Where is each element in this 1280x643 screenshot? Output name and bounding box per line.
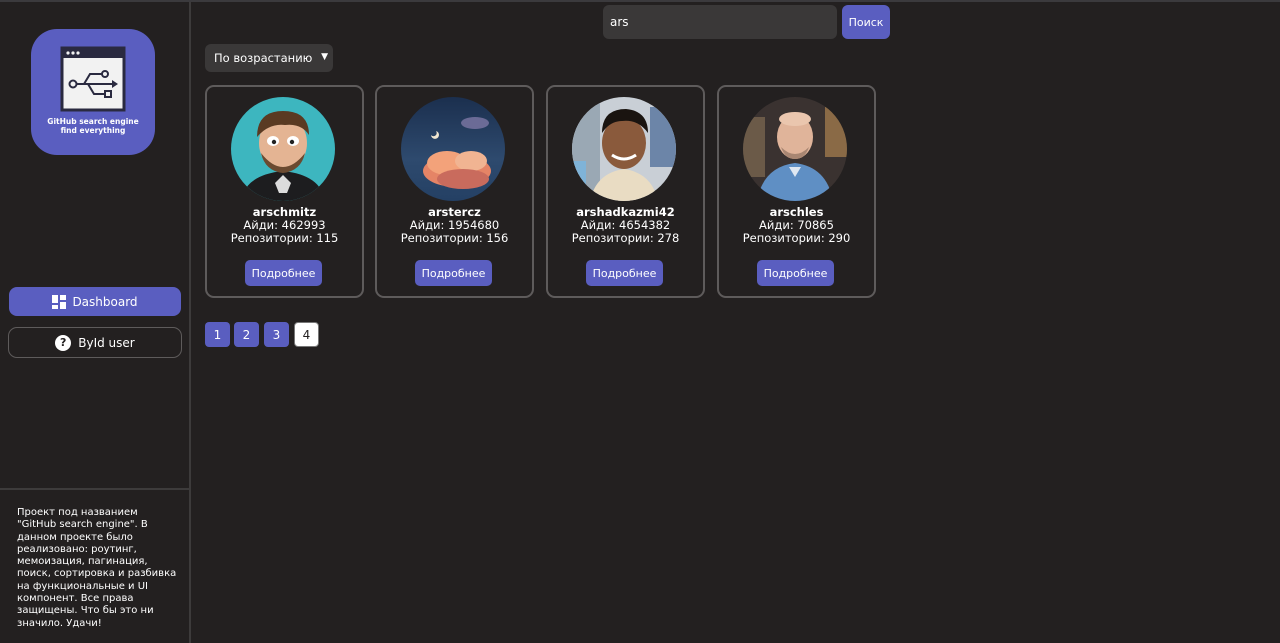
user-card: arstercz Айди: 1954680 Репозитории: 156 … <box>375 85 534 298</box>
user-repos: Репозитории: 290 <box>742 231 851 245</box>
top-border <box>0 0 1280 2</box>
logo-text: GitHub search engine find everything <box>31 117 155 135</box>
details-button[interactable]: Подробнее <box>586 260 663 286</box>
logo-line-1: GitHub search engine <box>47 117 139 126</box>
nav-dashboard-label: Dashboard <box>72 294 138 309</box>
user-avatar <box>231 97 335 201</box>
page-button-3[interactable]: 3 <box>264 322 289 347</box>
user-card: arschles Айди: 70865 Репозитории: 290 По… <box>717 85 876 298</box>
nav-dashboard-button[interactable]: Dashboard <box>9 287 181 316</box>
page-button-4-current[interactable]: 4 <box>294 322 319 347</box>
user-repos: Репозитории: 156 <box>400 231 509 245</box>
user-avatar <box>572 97 676 201</box>
user-repos: Репозитории: 115 <box>230 231 339 245</box>
nav-byid-user-label: ById user <box>78 335 135 350</box>
user-avatar <box>401 97 505 201</box>
sort-selected-value: По возрастанию <box>214 51 313 65</box>
sidebar-divider <box>0 488 191 490</box>
user-login: arschles <box>769 205 824 219</box>
usb-window-icon <box>60 46 126 112</box>
user-card: arshadkazmi42 Айди: 4654382 Репозитории:… <box>546 85 705 298</box>
user-repos: Репозитории: 278 <box>571 231 680 245</box>
user-login: arschmitz <box>252 205 317 219</box>
logo-line-2: find everything <box>60 126 126 135</box>
project-description: Проект под названием "GitHub search engi… <box>17 507 177 629</box>
dashboard-grid-icon <box>52 294 67 309</box>
details-button[interactable]: Подробнее <box>757 260 834 286</box>
app-logo[interactable]: GitHub search engine find everything <box>31 29 155 155</box>
details-button[interactable]: Подробнее <box>415 260 492 286</box>
user-avatar <box>743 97 847 201</box>
nav-byid-user-button[interactable]: ? ById user <box>8 327 182 358</box>
question-icon: ? <box>55 334 72 351</box>
sort-select[interactable]: По возрастанию ▼ <box>205 44 333 72</box>
user-login: arstercz <box>428 205 481 219</box>
sidebar: GitHub search engine find everything Das… <box>0 2 191 643</box>
page-button-1[interactable]: 1 <box>205 322 230 347</box>
details-button[interactable]: Подробнее <box>245 260 322 286</box>
page-button-2[interactable]: 2 <box>234 322 259 347</box>
user-card: arschmitz Айди: 462993 Репозитории: 115 … <box>205 85 364 298</box>
user-login: arshadkazmi42 <box>576 205 675 219</box>
chevron-down-icon: ▼ <box>321 52 328 62</box>
search-input[interactable] <box>603 5 837 39</box>
search-button[interactable]: Поиск <box>842 5 890 39</box>
